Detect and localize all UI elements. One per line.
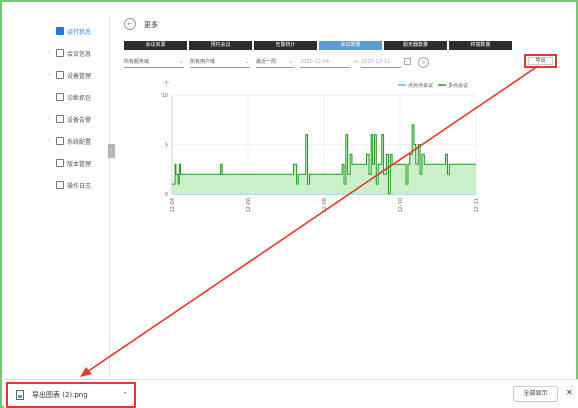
end-date-input[interactable]: 2020-12-11 <box>361 57 401 68</box>
back-arrow-icon[interactable]: ← <box>124 18 136 30</box>
sidebar-item-label: 系统配置 <box>67 138 92 146</box>
chevron-down-icon: ⌄ <box>178 59 183 65</box>
version-icon <box>56 159 64 167</box>
user-domain-select[interactable]: 所有用户域 ⌄ <box>190 57 250 68</box>
domain-select-value: 所有服务域 <box>124 59 150 65</box>
x-tick-label: 12-11 <box>474 198 480 213</box>
sidebar-item-label: 会议信息 <box>67 50 92 58</box>
device-icon <box>56 71 64 79</box>
close-icon[interactable]: ✕ <box>566 388 573 397</box>
tab-0[interactable]: 会议资源 <box>124 41 187 50</box>
capture-icon <box>56 93 64 101</box>
y-tick-label: 5 <box>165 143 168 149</box>
tab-4[interactable]: 服务器数量 <box>384 41 447 50</box>
app-window: 运行状态 › 会议信息 › 设备管理诊断抓包 › 设备告警 › 系统配置版本管理操作日志 ‹ ←… <box>0 0 578 408</box>
x-tick-label: 12-04 <box>170 198 176 213</box>
tab-3[interactable]: 会议数量 <box>319 41 382 50</box>
sidebar-item-3[interactable]: 诊断抓包 <box>48 90 110 104</box>
sidebar: 运行状态 › 会议信息 › 设备管理诊断抓包 › 设备告警 › 系统配置版本管理操作日志 <box>42 16 110 376</box>
document-icon <box>56 49 64 57</box>
y-tick-label: 0 <box>165 192 168 198</box>
expand-arrow-icon: › <box>48 50 50 56</box>
sidebar-item-label: 版本管理 <box>67 160 92 168</box>
chevron-down-icon: ⌄ <box>244 59 249 65</box>
gear-icon <box>56 137 64 145</box>
sidebar-item-label: 诊断抓包 <box>67 94 92 102</box>
sidebar-item-5[interactable]: › 系统配置 <box>48 134 110 148</box>
sidebar-collapse-handle[interactable]: ‹ <box>108 144 115 158</box>
expand-arrow-icon: › <box>48 72 50 78</box>
sidebar-item-label: 操作日志 <box>67 182 92 190</box>
filter-bar: 所有服务域 ⌄ 所有用户域 ⌄ 最近一周 ⌄ 2020-12-04 → 2020… <box>124 57 429 68</box>
meeting-count-chart: 个 0 5 10 12-04 12-06 12-08 12-10 12-11 点对点会议 多点会议 <box>162 81 480 213</box>
show-all-button[interactable]: 全部显示 <box>513 386 558 402</box>
x-tick-label: 12-10 <box>398 198 404 213</box>
y-tick-label: 10 <box>162 93 168 99</box>
expand-arrow-icon: › <box>48 116 50 122</box>
tab-5[interactable]: 终端数量 <box>449 41 512 50</box>
download-bar: 导出图表 (2).png ⌃ 全部显示 ✕ <box>4 379 578 408</box>
legend-label-1: 多点会议 <box>448 82 468 89</box>
tab-1[interactable]: 预约会议 <box>189 41 252 50</box>
x-tick-label: 12-06 <box>246 198 252 213</box>
tab-bar: 会议资源 预约会议 告警统计 会议数量 服务器数量 终端数量 <box>124 41 512 50</box>
sidebar-item-label: 运行状态 <box>67 28 92 36</box>
y-axis-unit-label: 个 <box>164 81 169 87</box>
monitor-icon <box>56 27 64 35</box>
sidebar-item-4[interactable]: › 设备告警 <box>48 112 110 126</box>
x-tick-label: 12-08 <box>322 198 328 213</box>
search-icon[interactable]: ⌕ <box>418 57 429 68</box>
page-title: 更多 <box>144 21 158 29</box>
sidebar-item-0[interactable]: 运行状态 <box>48 24 110 38</box>
sidebar-item-label: 设备告警 <box>67 116 92 124</box>
expand-arrow-icon: › <box>48 138 50 144</box>
chevron-up-icon[interactable]: ⌃ <box>122 391 128 399</box>
download-file-name: 导出图表 (2).png <box>32 391 88 399</box>
alert-icon <box>56 115 64 123</box>
sidebar-item-7[interactable]: 操作日志 <box>48 178 110 192</box>
legend-label-0: 点对点会议 <box>408 82 433 89</box>
calendar-icon[interactable] <box>404 58 411 65</box>
range-select-value: 最近一周 <box>256 59 277 65</box>
sidebar-item-6[interactable]: 版本管理 <box>48 156 110 170</box>
chevron-down-icon: ⌄ <box>288 59 293 65</box>
user-domain-select-value: 所有用户域 <box>190 59 216 65</box>
log-icon <box>56 181 64 189</box>
export-button[interactable]: 导出 <box>524 54 557 68</box>
file-icon <box>16 390 24 400</box>
main-panel: ← 更多 会议资源 预约会议 告警统计 会议数量 服务器数量 终端数量 所有服务域 ⌄ 所… <box>116 10 572 378</box>
export-button-label: 导出 <box>528 57 553 65</box>
sidebar-item-1[interactable]: › 会议信息 <box>48 46 110 60</box>
domain-select[interactable]: 所有服务域 ⌄ <box>124 57 184 68</box>
start-date-input[interactable]: 2020-12-04 <box>300 57 350 68</box>
sidebar-item-label: 设备管理 <box>67 72 92 80</box>
download-item[interactable]: 导出图表 (2).png ⌃ <box>6 382 136 408</box>
sidebar-item-2[interactable]: › 设备管理 <box>48 68 110 82</box>
tab-2[interactable]: 告警统计 <box>254 41 317 50</box>
range-select[interactable]: 最近一周 ⌄ <box>256 57 294 68</box>
date-separator-arrow-icon: → <box>353 59 358 65</box>
